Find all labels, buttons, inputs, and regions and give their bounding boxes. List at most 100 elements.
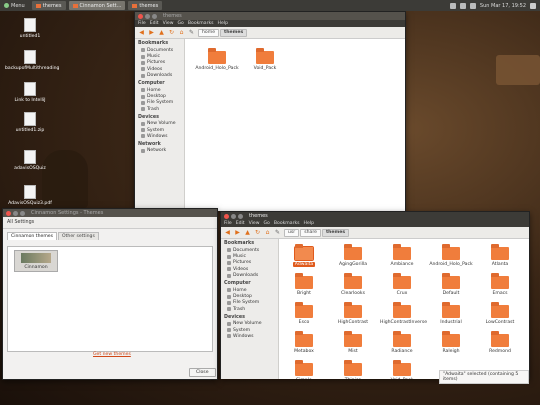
folder-icon (294, 244, 314, 261)
maximize-icon[interactable] (238, 213, 243, 219)
menu-item[interactable]: File (224, 221, 232, 226)
menu-item[interactable]: Edit (150, 21, 159, 26)
folder-item[interactable]: AgingGorilla (331, 244, 375, 267)
path-crumb[interactable]: usr (284, 228, 300, 237)
forward-icon[interactable]: ▶ (148, 29, 155, 36)
folder-item[interactable]: Simple (282, 360, 326, 379)
close-icon[interactable] (6, 210, 11, 216)
forward-icon[interactable]: ▶ (234, 229, 241, 236)
folder-label: LowContrast (478, 320, 522, 325)
wallpaper-sign (496, 55, 540, 85)
power-icon[interactable] (530, 2, 536, 9)
reload-icon[interactable]: ↻ (254, 229, 261, 236)
desktop-icon[interactable]: backupofMultithreading (5, 50, 59, 72)
menu-item[interactable]: View (163, 21, 174, 26)
menu-button[interactable]: Menu (0, 0, 29, 11)
folder-item[interactable]: Void_Pack (243, 48, 287, 71)
all-settings-button[interactable]: All Settings (3, 217, 217, 229)
menu-item[interactable]: View (249, 221, 260, 226)
desktop-icon[interactable]: untitled1.zip (5, 112, 55, 134)
folder-item[interactable]: HighContrastInverse (380, 302, 427, 325)
folder-item[interactable]: Android_Holo_Pack (195, 48, 239, 71)
minimize-icon[interactable] (231, 213, 236, 219)
folder-label-text: Radiance (391, 349, 413, 354)
back-icon[interactable]: ◀ (138, 29, 145, 36)
place-icon (141, 88, 145, 93)
edit-path-icon[interactable]: ✎ (188, 29, 195, 36)
up-icon[interactable]: ▲ (158, 29, 165, 36)
folder-item[interactable]: Emacs (478, 273, 522, 296)
titlebar[interactable]: themes (135, 12, 405, 20)
folder-item[interactable]: Metabox (282, 331, 326, 354)
maximize-icon[interactable] (152, 13, 157, 19)
edit-path-icon[interactable]: ✎ (274, 229, 281, 236)
folder-item[interactable]: Industrial (429, 302, 473, 325)
settings-tab[interactable]: Other settings (58, 232, 99, 240)
menu-item[interactable]: Go (178, 21, 184, 26)
close-icon[interactable] (138, 13, 143, 19)
folder-item[interactable]: Atlanta (478, 244, 522, 267)
get-new-themes-link[interactable]: Get new themes (93, 352, 131, 357)
document-icon (24, 112, 36, 126)
menu-item[interactable]: Go (264, 221, 270, 226)
sidebar-item[interactable]: Windows (221, 333, 278, 339)
path-crumb[interactable]: home (198, 28, 220, 37)
settings-tab[interactable]: Cinnamon themes (7, 232, 58, 240)
close-icon[interactable] (224, 213, 229, 219)
folder-item[interactable]: Default (429, 273, 473, 296)
path-crumb[interactable]: share (300, 228, 321, 237)
volume-icon[interactable] (459, 2, 466, 9)
top-panel: Menu themes Cinnamon Sett... themes Sun Ma… (0, 0, 540, 11)
folder-item[interactable]: Thinice (331, 360, 375, 379)
folder-item[interactable]: Ambiance (380, 244, 424, 267)
folder-item[interactable]: Void_Pack (380, 360, 424, 379)
menu-item[interactable]: Bookmarks (274, 221, 300, 226)
path-crumb[interactable]: themes (321, 228, 350, 237)
folder-item[interactable]: Android_Holo_Pack (429, 244, 473, 267)
menu-item[interactable]: Help (304, 221, 314, 226)
menu-item[interactable]: Help (218, 21, 228, 26)
close-button[interactable]: Close (189, 368, 216, 377)
folder-item[interactable]: Adwaita (282, 244, 326, 267)
titlebar[interactable]: Cinnamon Settings - Themes (3, 209, 217, 217)
folder-item[interactable]: Raleigh (429, 331, 473, 354)
sidebar-item-label: Downloads (233, 273, 259, 279)
theme-tile[interactable]: Cinnamon (14, 250, 58, 272)
desktop-icon[interactable]: adavisOSQuiz (5, 150, 55, 172)
minimize-icon[interactable] (13, 210, 18, 216)
folder-item[interactable]: Crux (380, 273, 424, 296)
titlebar[interactable]: themes (221, 212, 529, 220)
folder-item[interactable]: Mist (331, 331, 375, 354)
file-manager-window-1: themes File Edit View Go Bookmarks Help ◀ ▶ ▲… (134, 11, 406, 211)
back-icon[interactable]: ◀ (224, 229, 231, 236)
home-icon[interactable]: ⌂ (178, 29, 185, 36)
folder-item[interactable]: Clearlooks (331, 273, 375, 296)
folder-item[interactable]: Esco (282, 302, 326, 325)
desktop-icon[interactable]: Link to IntelliJ (5, 82, 55, 104)
folder-icon (344, 302, 362, 318)
folder-item[interactable]: HighContrast (331, 302, 375, 325)
menu-item[interactable]: Bookmarks (188, 21, 214, 26)
desktop-icon[interactable]: untitled1 (5, 18, 55, 40)
network-icon[interactable] (449, 2, 456, 9)
place-icon (141, 128, 145, 133)
battery-icon[interactable] (469, 2, 476, 9)
up-icon[interactable]: ▲ (244, 229, 251, 236)
folder-item[interactable]: LowContrast (478, 302, 522, 325)
taskbar-button[interactable]: themes (31, 1, 66, 10)
clock[interactable]: Sun Mar 17, 19:52 (480, 3, 526, 9)
taskbar-button[interactable]: themes (128, 1, 163, 10)
desktop-icon[interactable]: AdavisOSQuiz3.pdf (5, 185, 55, 207)
taskbar-button[interactable]: Cinnamon Sett... (68, 1, 126, 10)
folder-item[interactable]: Redmond (478, 331, 522, 354)
folder-item[interactable]: Bright (282, 273, 326, 296)
reload-icon[interactable]: ↻ (168, 29, 175, 36)
path-crumb[interactable]: themes (220, 28, 248, 37)
maximize-icon[interactable] (20, 210, 25, 216)
sidebar-item[interactable]: Network (135, 148, 184, 154)
home-icon[interactable]: ⌂ (264, 229, 271, 236)
menu-item[interactable]: Edit (236, 221, 245, 226)
minimize-icon[interactable] (145, 13, 150, 19)
folder-item[interactable]: Radiance (380, 331, 424, 354)
menu-item[interactable]: File (138, 21, 146, 26)
